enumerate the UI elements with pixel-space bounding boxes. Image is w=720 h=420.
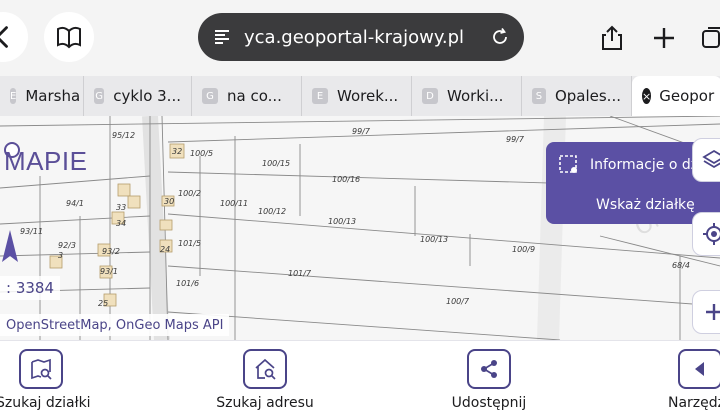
tab-label: cyklo 3... <box>113 87 181 105</box>
parcel-label: 100/2 <box>178 189 201 198</box>
new-tab-button[interactable] <box>650 18 678 58</box>
layers-button[interactable] <box>692 138 720 182</box>
parcel-label: 101/5 <box>178 239 201 248</box>
bottom-toolbar: Szukaj działki Szukaj adresu Udostępnij … <box>0 340 720 420</box>
tool-icon-frame <box>19 349 63 389</box>
parcel-label: 100/16 <box>332 175 360 184</box>
tabs-icon <box>702 27 720 48</box>
parcel-label: 34 <box>116 219 126 228</box>
tab-favicon: E <box>312 88 328 104</box>
tabs-overview-button[interactable] <box>700 18 720 58</box>
parcel-label: 92/3 <box>58 241 76 250</box>
locate-button[interactable] <box>692 212 720 256</box>
search-parcel-button[interactable]: Szukaj działki <box>0 349 91 411</box>
map-logo: MAPIE <box>4 146 88 176</box>
parcel-info-header: Informacje o dz <box>558 154 698 176</box>
tab-favicon: S <box>532 88 546 104</box>
parcel-label: 100/12 <box>258 207 286 216</box>
chevron-left-icon <box>0 26 8 48</box>
parcel-label: 93/1 <box>100 267 118 276</box>
tab-4[interactable]: E Worek... <box>302 76 412 116</box>
reload-icon[interactable] <box>490 27 510 47</box>
reader-icon <box>215 30 229 44</box>
parcel-label: 94/1 <box>66 199 84 208</box>
parcel-label: 100/15 <box>262 159 290 168</box>
tab-favicon: D <box>422 88 438 104</box>
tab-label: Worki... <box>447 87 504 105</box>
parcel-label: 100/11 <box>220 199 248 208</box>
parcel-label: 95/12 <box>112 131 135 140</box>
parcel-label: 33 <box>116 203 126 212</box>
parcel-label: 100/5 <box>190 149 213 158</box>
share-map-button[interactable]: Udostępnij <box>444 349 534 411</box>
parcel-label: 101/7 <box>288 269 312 278</box>
back-button[interactable] <box>0 12 28 62</box>
plus-icon <box>654 28 674 48</box>
parcel-label: 99/7 <box>506 135 525 144</box>
tab-label: Geopor <box>659 87 715 105</box>
tool-icon-frame <box>467 349 511 389</box>
map-search-icon <box>31 358 52 380</box>
parcel-label: 30 <box>164 197 174 206</box>
tab-1[interactable]: E Marsha <box>0 76 84 116</box>
share-icon <box>602 25 622 50</box>
parcel-info-title: Informacje o dz <box>590 157 699 173</box>
tab-active-geoportal[interactable]: × Geopor <box>632 76 720 116</box>
tab-favicon: E <box>10 88 17 104</box>
tab-strip: E Marsha G cyklo 3... G na co... E Worek… <box>0 76 720 116</box>
plus-icon <box>706 304 720 320</box>
tab-5[interactable]: D Worki... <box>412 76 522 116</box>
parcel-label: 101/6 <box>176 279 199 288</box>
tool-label: Narzędzia <box>668 395 720 411</box>
parcel-label: 100/13 <box>420 235 448 244</box>
tab-3[interactable]: G na co... <box>192 76 302 116</box>
parcel-label: 99/7 <box>352 127 371 136</box>
tool-icon-frame <box>243 349 287 389</box>
tab-label: Opales... <box>554 87 621 105</box>
address-bar[interactable]: yca.geoportal-krajowy.pl <box>198 13 524 61</box>
parcel-label: 93/2 <box>102 247 120 256</box>
tab-2[interactable]: G cyklo 3... <box>84 76 192 116</box>
map-attribution[interactable]: OpenStreetMap, OnGeo Maps API <box>0 314 230 336</box>
parcel-label: 100/9 <box>512 245 535 254</box>
tool-icon-frame <box>678 349 720 389</box>
tools-button[interactable]: Narzędzia <box>660 349 720 411</box>
navigation-arrow-icon <box>2 230 18 262</box>
parcel-label: 3 <box>58 251 63 260</box>
search-address-button[interactable]: Szukaj adresu <box>210 349 320 411</box>
tool-label: Udostępnij <box>451 395 527 411</box>
share-nodes-icon <box>481 360 497 378</box>
parcel-label: 25 <box>98 299 108 308</box>
tab-label: Marsha <box>25 87 81 105</box>
point-parcel-button[interactable]: Wskaż działkę <box>596 197 695 213</box>
tab-label: Worek... <box>337 87 399 105</box>
select-parcel-icon <box>559 155 577 173</box>
parcel-label: 32 <box>172 147 182 156</box>
parcel-label: 93/11 <box>20 227 43 236</box>
tab-close-icon[interactable]: × <box>642 88 652 104</box>
book-icon <box>57 26 81 49</box>
layers-icon <box>702 149 720 169</box>
tab-favicon: G <box>94 88 105 104</box>
tool-label: Szukaj adresu <box>216 395 314 411</box>
parcel-label: 24 <box>160 245 170 254</box>
map-scale: : 3384 <box>0 276 60 300</box>
parcel-label: 100/7 <box>446 297 470 306</box>
url-text: yca.geoportal-krajowy.pl <box>244 26 465 48</box>
caret-left-icon <box>695 362 704 376</box>
parcel-label: 100/13 <box>328 217 356 226</box>
screen: yca.geoportal-krajowy.pl E Marsha G cykl… <box>0 0 720 420</box>
crosshair-icon <box>703 223 720 245</box>
bookmarks-button[interactable] <box>44 12 94 62</box>
map-view[interactable]: 95/12 99/7 99/7 32 100/5 100/15 100/16 9… <box>0 116 720 340</box>
parcel-label: 68/4 <box>672 261 690 270</box>
tab-label: na co... <box>227 87 282 105</box>
share-button[interactable] <box>598 18 626 58</box>
zoom-in-button[interactable] <box>692 290 720 334</box>
tab-favicon: G <box>202 88 218 104</box>
browser-toolbar: yca.geoportal-krajowy.pl <box>0 0 720 76</box>
tool-label: Szukaj działki <box>0 395 91 411</box>
tab-6[interactable]: S Opales... <box>522 76 632 116</box>
home-search-icon <box>255 358 276 380</box>
